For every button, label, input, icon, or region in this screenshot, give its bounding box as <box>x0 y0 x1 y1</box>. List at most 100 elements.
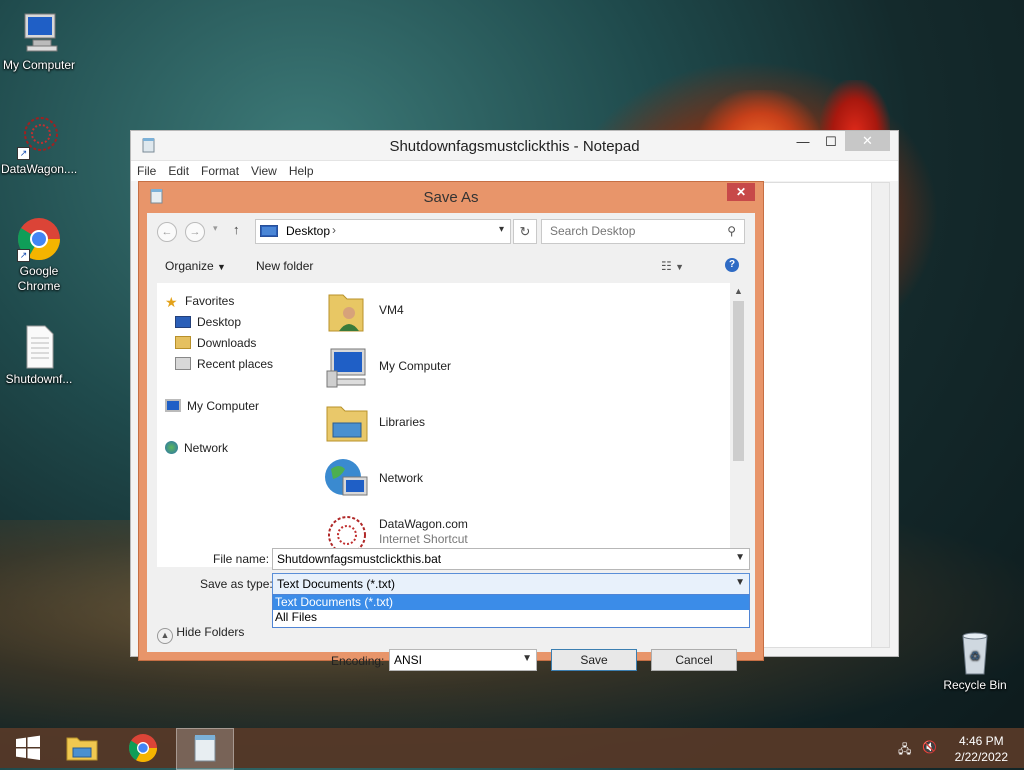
save-as-dialog: Save As ✕ ← → ▾ ↑ Desktop › ▾ ↻ ⚲ <box>138 181 764 671</box>
clock-time: 4:46 PM <box>958 734 1004 748</box>
save-as-type-dropdown: Text Documents (*.txt) All Files <box>272 594 750 628</box>
view-options-icon[interactable]: ☷ ▼ <box>661 259 684 273</box>
minimize-button[interactable]: — <box>788 131 818 153</box>
desktop-icon-label: Google Chrome <box>17 264 61 293</box>
star-icon: ★ <box>165 294 178 310</box>
file-name: Libraries <box>379 415 426 429</box>
notepad-close-button[interactable]: ✕ <box>845 131 890 151</box>
file-name: My Computer <box>379 359 452 373</box>
volume-muted-icon[interactable]: 🔇 <box>922 740 937 754</box>
save-button[interactable]: Save <box>551 649 637 671</box>
tree-downloads[interactable]: Downloads <box>175 335 256 351</box>
dialog-title-bar[interactable]: Save As ✕ <box>139 182 763 210</box>
desktop-icon-text-file[interactable]: Shutdownf... <box>1 324 77 387</box>
type-option-text-documents[interactable]: Text Documents (*.txt) <box>273 595 749 610</box>
menu-view[interactable]: View <box>245 161 283 181</box>
scroll-up-icon[interactable]: ▲ <box>730 283 747 299</box>
dialog-content: ← → ▾ ↑ Desktop › ▾ ↻ ⚲ Organize ▼ New <box>147 213 755 671</box>
tree-downloads-label: Downloads <box>197 336 257 350</box>
file-name-field[interactable]: Shutdownfagsmustclickthis.bat ▼ <box>272 548 750 570</box>
maximize-button[interactable]: ☐ <box>816 131 846 153</box>
network-status-icon[interactable]: 🖧 <box>898 740 911 761</box>
recycle-bin-icon: ♻ <box>951 630 999 676</box>
chrome-icon <box>128 734 157 763</box>
save-as-type-select[interactable]: Text Documents (*.txt) ▼ <box>272 573 750 595</box>
menu-file[interactable]: File <box>131 161 162 181</box>
desktop-icon-datawagon[interactable]: ↗ DataWagon.... <box>1 114 77 177</box>
notepad-title-bar[interactable]: Shutdownfagsmustclickthis - Notepad — ☐ … <box>131 131 898 160</box>
file-list-scrollbar[interactable]: ▲ ▼ <box>730 283 747 567</box>
cancel-button[interactable]: Cancel <box>651 649 737 671</box>
desktop-icon-label: DataWagon.... <box>1 162 78 176</box>
scroll-thumb[interactable] <box>733 301 744 461</box>
notepad-vertical-scrollbar[interactable] <box>871 183 889 647</box>
tree-recent-places[interactable]: Recent places <box>175 356 273 372</box>
encoding-value: ANSI <box>394 653 423 667</box>
tree-network[interactable]: Network <box>165 440 228 456</box>
desktop-icon <box>175 316 191 328</box>
desktop-icon-label: My Computer <box>2 58 76 72</box>
windows-logo-icon <box>16 735 40 760</box>
hide-folders-button[interactable]: ▲ Hide Folders <box>157 625 244 644</box>
type-option-all-files[interactable]: All Files <box>273 610 749 625</box>
tree-recent-places-label: Recent places <box>197 357 274 371</box>
dialog-toolbar: Organize ▼ New folder ☷ ▼ ? <box>147 251 755 281</box>
recent-locations-chevron-icon[interactable]: ▾ <box>213 223 218 234</box>
organize-button[interactable]: Organize ▼ <box>165 259 226 273</box>
address-dropdown-icon[interactable]: ▾ <box>499 224 504 235</box>
menu-format[interactable]: Format <box>195 161 245 181</box>
file-list: VM4 My Computer Libraries Network DataWa… <box>317 283 747 567</box>
notepad-icon <box>194 735 216 762</box>
desktop-icon-label: Recycle Bin <box>943 678 1007 692</box>
chevron-down-icon[interactable]: ▼ <box>735 577 745 588</box>
tree-favorites-label: Favorites <box>185 294 235 308</box>
organize-label: Organize <box>165 259 214 273</box>
chevron-up-icon: ▲ <box>157 628 173 644</box>
notepad-menu-bar: File Edit Format View Help <box>131 160 898 181</box>
dialog-close-button[interactable]: ✕ <box>727 183 755 201</box>
taskbar-file-explorer[interactable] <box>54 728 110 768</box>
menu-edit[interactable]: Edit <box>162 161 195 181</box>
new-folder-button[interactable]: New folder <box>256 259 313 273</box>
desktop-icon-label: Shutdownf... <box>5 372 73 386</box>
desktop-icon-my-computer[interactable]: My Computer <box>1 10 77 73</box>
forward-button[interactable]: → <box>185 222 205 242</box>
tree-desktop[interactable]: Desktop <box>175 314 241 330</box>
computer-icon <box>326 348 366 388</box>
chevron-down-icon[interactable]: ▼ <box>735 552 745 563</box>
help-icon[interactable]: ? <box>725 258 739 272</box>
desktop-icon-recycle-bin[interactable]: ♻ Recycle Bin <box>937 630 1013 693</box>
address-bar[interactable]: Desktop › ▾ <box>255 219 511 244</box>
refresh-button[interactable]: ↻ <box>513 219 537 244</box>
desktop-icon-chrome[interactable]: ↗ Google Chrome <box>1 216 77 294</box>
file-explorer-icon <box>66 737 98 761</box>
up-arrow-icon[interactable]: ↑ <box>233 222 240 237</box>
tree-favorites[interactable]: ★ Favorites <box>165 293 235 310</box>
search-box[interactable]: ⚲ <box>541 219 745 244</box>
taskbar-chrome[interactable] <box>115 728 171 768</box>
chevron-down-icon[interactable]: ▼ <box>522 653 532 664</box>
navigation-pane: ★ Favorites Desktop Downloads Recent plac… <box>157 283 317 567</box>
search-input[interactable] <box>542 220 720 241</box>
taskbar-notepad[interactable] <box>176 728 234 770</box>
file-type: Internet Shortcut <box>379 532 468 546</box>
breadcrumb-chevron-icon[interactable]: › <box>332 223 336 237</box>
tree-my-computer[interactable]: My Computer <box>165 398 259 414</box>
taskbar: 🖧 🔇 4:46 PM 2/22/2022 <box>0 728 1024 770</box>
encoding-select[interactable]: ANSI ▼ <box>389 649 537 671</box>
address-location: Desktop <box>286 224 331 238</box>
file-name: VM4 <box>379 303 404 317</box>
svg-text:♻: ♻ <box>970 649 981 663</box>
menu-help[interactable]: Help <box>283 161 320 181</box>
network-icon <box>165 441 178 454</box>
save-as-type-value: Text Documents (*.txt) <box>277 577 396 591</box>
tree-network-label: Network <box>184 441 229 455</box>
start-button[interactable] <box>0 728 56 768</box>
tree-desktop-label: Desktop <box>197 315 242 329</box>
back-button[interactable]: ← <box>157 222 177 242</box>
dialog-title: Save As <box>423 189 479 206</box>
clock[interactable]: 4:46 PM 2/22/2022 <box>955 733 1008 765</box>
file-name-label: File name: <box>213 552 270 566</box>
file-name: DataWagon.com <box>379 517 468 531</box>
text-file-icon <box>15 324 63 370</box>
